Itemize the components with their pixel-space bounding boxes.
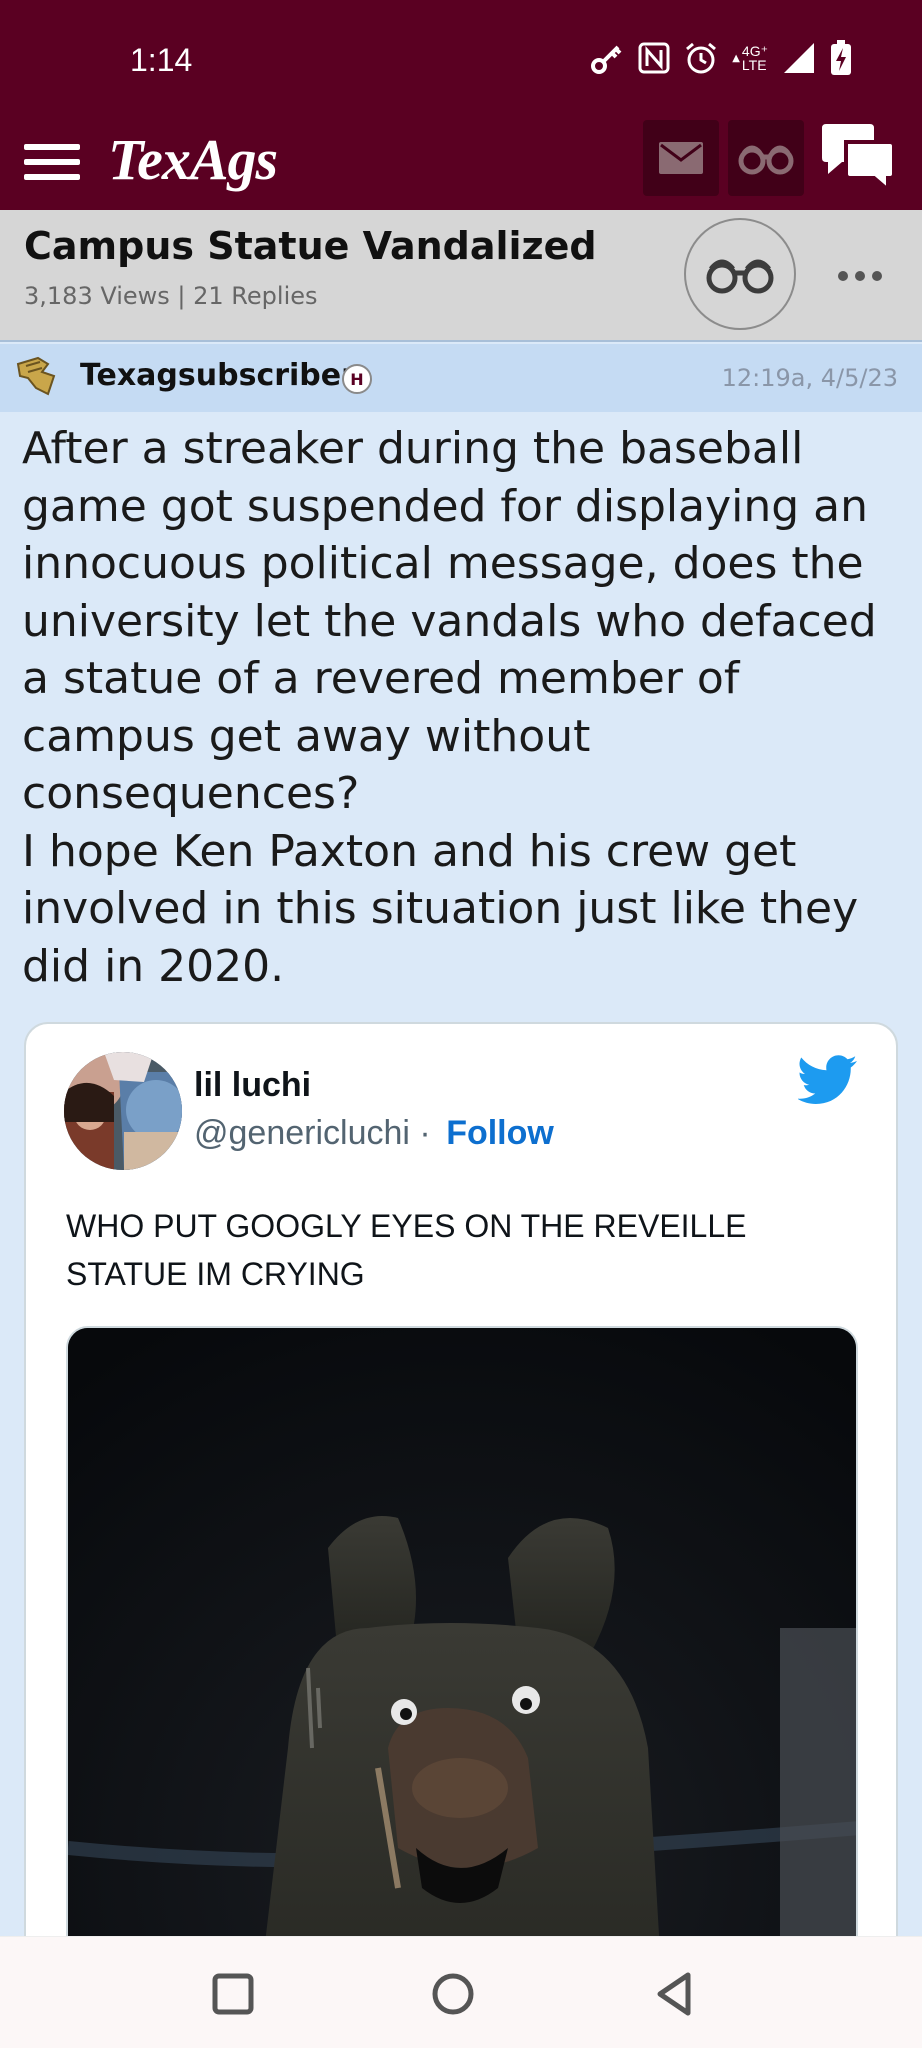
menu-icon[interactable]: [22, 132, 82, 192]
separator: ·: [419, 1114, 431, 1152]
tweet-media-image[interactable]: [66, 1326, 858, 2020]
tweet-handle-row: @genericluchi · Follow: [194, 1114, 554, 1153]
thread-title: Campus Statue Vandalized: [24, 224, 597, 268]
chat-bubbles-icon[interactable]: [818, 122, 898, 192]
more-icon: [838, 271, 882, 281]
recents-icon[interactable]: [208, 1969, 258, 2019]
tweet-handle[interactable]: @genericluchi: [194, 1114, 410, 1152]
avatar-photo: [64, 1052, 182, 1170]
post-header: Texagsubscriber H 12:19a, 4/5/23: [0, 344, 922, 412]
follow-link[interactable]: Follow: [446, 1114, 554, 1152]
user-badge: H: [342, 364, 372, 394]
app-bar: TexAgs: [0, 120, 922, 210]
nfc-icon: [638, 42, 670, 74]
battery-charging-icon: [831, 40, 851, 75]
status-icons: ▲ 4G⁺ LTE: [590, 40, 852, 76]
binoculars-icon: [738, 145, 794, 175]
post-body: After a streaker during the baseball gam…: [22, 420, 902, 995]
home-icon[interactable]: [428, 1969, 478, 2019]
watch-thread-button[interactable]: [684, 218, 796, 330]
tweet-avatar[interactable]: [64, 1052, 182, 1170]
user-avatar-icon[interactable]: [14, 354, 58, 398]
network-label-top: 4G⁺: [741, 43, 768, 59]
mail-icon: [659, 142, 703, 174]
watch-list-button[interactable]: [728, 120, 804, 196]
key-icon: [591, 45, 622, 74]
post-timestamp: 12:19a, 4/5/23: [721, 364, 898, 392]
status-time: 1:14: [130, 42, 193, 78]
post-paragraph: I hope Ken Paxton and his crew get invol…: [22, 825, 859, 992]
twitter-bird-icon[interactable]: [798, 1054, 858, 1106]
tweet-text: WHO PUT GOOGLY EYES ON THE REVEILLE STAT…: [66, 1208, 747, 1292]
binoculars-icon: [706, 259, 774, 294]
back-icon[interactable]: [650, 1969, 700, 2019]
signal-icon: [784, 43, 814, 73]
thread-header: Campus Statue Vandalized 3,183 Views | 2…: [0, 210, 922, 342]
texags-logo[interactable]: TexAgs: [108, 126, 278, 193]
post-author[interactable]: Texagsubscriber: [80, 358, 356, 393]
network-label-bottom: LTE: [741, 57, 767, 73]
navigation-bar: [0, 1936, 922, 2048]
thread-meta: 3,183 Views | 21 Replies: [24, 282, 318, 310]
network-4g-lte-icon: ▲ 4G⁺ LTE: [732, 43, 768, 73]
status-bar: 1:14 ▲ 4G⁺ LTE: [0, 0, 922, 120]
alarm-icon: [686, 42, 717, 74]
messages-button[interactable]: [643, 120, 719, 196]
more-options-button[interactable]: [830, 256, 890, 296]
embedded-tweet[interactable]: lil luchi @genericluchi · Follow WHO PUT…: [24, 1022, 898, 2022]
tweet-author-name[interactable]: lil luchi: [194, 1066, 311, 1105]
statue-photo: [68, 1328, 856, 2020]
post-paragraph: After a streaker during the baseball gam…: [22, 423, 877, 819]
